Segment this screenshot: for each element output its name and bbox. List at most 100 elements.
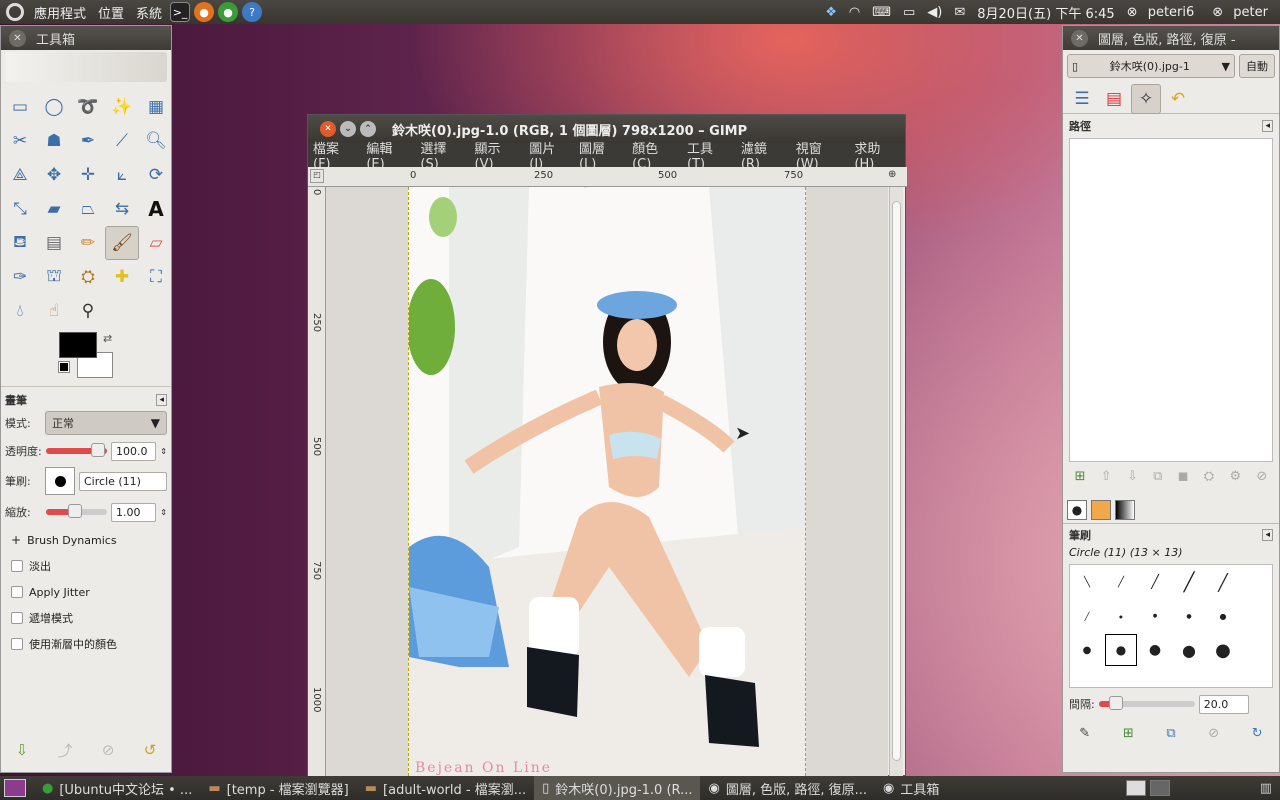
zoom-icon[interactable]: 🔍︎ — [139, 124, 173, 158]
brush-cell[interactable]: ● — [1182, 641, 1196, 660]
help-icon[interactable]: ? — [242, 2, 263, 22]
image-select[interactable]: ▯ 鈴木咲(0).jpg-1 ▼ — [1067, 54, 1235, 78]
paint-path-icon[interactable]: ⚙ — [1229, 469, 1241, 484]
brush-preview-button[interactable] — [45, 467, 75, 495]
chrome-icon[interactable]: ● — [218, 2, 239, 22]
brush-cell[interactable]: ● — [1149, 642, 1161, 658]
foreground-color-swatch[interactable] — [59, 332, 97, 358]
eraser-icon[interactable]: ▱ — [139, 226, 173, 260]
brush-cell[interactable]: ╱ — [1118, 577, 1124, 588]
opacity-slider[interactable] — [46, 443, 108, 457]
blur-icon[interactable]: 💧︎ — [3, 294, 37, 328]
foreground-select-icon[interactable]: ☗ — [37, 124, 71, 158]
tab-undo-icon[interactable]: ↶ — [1163, 84, 1193, 114]
swap-colors-icon[interactable]: ⇄ — [103, 332, 112, 345]
refresh-brushes-icon[interactable]: ↻ — [1252, 726, 1263, 741]
delete-path-icon[interactable]: ⊘ — [1256, 469, 1267, 484]
bucket-fill-icon[interactable]: ⛾ — [3, 226, 37, 260]
firefox-icon[interactable]: ● — [194, 2, 215, 22]
show-desktop-icon[interactable] — [4, 779, 26, 797]
edit-brush-icon[interactable]: ✎ — [1079, 726, 1090, 741]
brush-cell-selected[interactable]: ● — [1105, 634, 1137, 666]
terminal-icon[interactable]: >_ — [170, 2, 191, 22]
brush-grid[interactable]: ╲ ╱ ╱ ╱ ╱ ╱ ● ● ● ● ● ● ● ● ● — [1069, 564, 1273, 688]
smudge-icon[interactable]: ☝ — [37, 294, 71, 328]
workspace-1[interactable] — [1125, 780, 1146, 796]
canvas-area[interactable]: Bejean On Line ➤ — [326, 187, 888, 776]
delete-brush-icon[interactable]: ⊘ — [1208, 726, 1219, 741]
tab-patterns-icon[interactable] — [1091, 500, 1111, 520]
navigate-icon[interactable]: ⊕ — [888, 169, 896, 180]
duplicate-path-icon[interactable]: ⧉ — [1153, 469, 1162, 484]
rect-select-icon[interactable]: ▭ — [3, 90, 37, 124]
volume-icon[interactable]: ◀) — [921, 5, 948, 20]
ellipse-select-icon[interactable]: ◯ — [37, 90, 71, 124]
task-item-active[interactable]: ▯ 鈴木咲(0).jpg-1.0 (R... — [534, 776, 701, 800]
close-icon[interactable]: ✕ — [9, 29, 26, 47]
paintbrush-icon[interactable]: 🖌︎ — [105, 226, 139, 260]
spacing-slider[interactable] — [1098, 696, 1195, 710]
quickmask-corner-icon[interactable]: ◰ — [310, 169, 324, 183]
ubuntu-logo-icon[interactable] — [6, 3, 24, 21]
battery-icon[interactable]: ▭ — [897, 5, 921, 20]
keyboard-icon[interactable]: ⌨ — [866, 5, 897, 20]
task-item[interactable]: ▬ [temp - 檔案瀏覽器] — [200, 776, 356, 800]
brush-cell[interactable]: ● — [1186, 613, 1191, 620]
scale-slider[interactable] — [46, 504, 108, 518]
brush-cell[interactable]: ● — [1083, 645, 1092, 656]
tab-brushes-icon[interactable]: ● — [1067, 500, 1087, 520]
horizontal-ruler[interactable]: ◰ 0 250 500 750 ⊕ — [308, 167, 907, 187]
delete-options-icon[interactable]: ⊘ — [102, 741, 115, 759]
crop-icon[interactable]: ⟀ — [105, 158, 139, 192]
incremental-checkbox[interactable]: 遞增模式 — [5, 605, 167, 631]
color-picker-icon[interactable]: ⟋ — [105, 124, 139, 158]
rotate-icon[interactable]: ⟳ — [139, 158, 173, 192]
mail-icon[interactable]: ✉ — [948, 5, 971, 20]
new-brush-icon[interactable]: ⊞ — [1123, 726, 1134, 741]
scissors-icon[interactable]: ✂ — [3, 124, 37, 158]
mode-select[interactable]: 正常 ▼ — [45, 411, 167, 435]
dodge-burn-icon[interactable]: ⚲ — [71, 294, 105, 328]
scale-input[interactable]: 1.00 — [111, 502, 157, 522]
brush-cell[interactable]: ╱ — [1218, 573, 1228, 592]
configure-tab-icon[interactable]: ◂ — [1262, 529, 1273, 541]
window-minimize-icon[interactable]: ⌄ — [340, 121, 356, 137]
configure-tab-icon[interactable]: ◂ — [1262, 120, 1273, 132]
scrollbar-thumb[interactable] — [892, 201, 901, 761]
lower-path-icon[interactable]: ⇩ — [1127, 469, 1138, 484]
task-item[interactable]: ▬ [adult-world - 檔案瀏... — [357, 776, 534, 800]
clock[interactable]: 8月20日(五) 下午 6:45 — [971, 3, 1120, 22]
measure-icon[interactable]: ⟁ — [3, 158, 37, 192]
user-menu-2[interactable]: ⊗ peter — [1206, 5, 1280, 20]
jitter-checkbox[interactable]: Apply Jitter — [5, 579, 167, 605]
menu-system[interactable]: 系統 — [130, 3, 168, 22]
tab-layers-icon[interactable]: ☰ — [1067, 84, 1097, 114]
user-menu-1[interactable]: ⊗ peteri6 — [1121, 5, 1207, 20]
blend-icon[interactable]: ▤ — [37, 226, 71, 260]
scale-spin-icon[interactable]: ⇕ — [160, 508, 167, 517]
tab-paths-icon[interactable]: ✧ — [1131, 84, 1161, 114]
configure-tab-icon[interactable]: ◂ — [156, 394, 167, 406]
ink-icon[interactable]: ⛫ — [37, 260, 71, 294]
close-icon[interactable]: ✕ — [1071, 29, 1088, 47]
airbrush-icon[interactable]: ✑ — [3, 260, 37, 294]
dropbox-icon[interactable]: ❖ — [819, 5, 843, 20]
opacity-input[interactable]: 100.0 — [111, 441, 157, 461]
spacing-input[interactable]: 20.0 — [1198, 694, 1249, 714]
brush-cell[interactable]: ╲ — [1084, 577, 1090, 588]
path-to-selection-icon[interactable]: ◼ — [1178, 469, 1189, 484]
brush-name-field[interactable]: Circle (11) — [79, 471, 167, 491]
default-colors-icon[interactable] — [58, 361, 70, 373]
window-close-icon[interactable]: ✕ — [320, 121, 336, 137]
auto-button[interactable]: 自動 — [1239, 54, 1275, 78]
task-item[interactable]: ◉ 圖層, 色版, 路徑, 復原... — [700, 776, 875, 800]
menu-applications[interactable]: 應用程式 — [28, 3, 92, 22]
raise-path-icon[interactable]: ⇧ — [1101, 469, 1112, 484]
brush-cell[interactable]: ╱ — [1184, 572, 1195, 593]
wifi-icon[interactable]: ◠ — [843, 5, 866, 20]
lasso-icon[interactable]: ➰ — [71, 90, 105, 124]
brush-cell[interactable]: ● — [1119, 614, 1123, 619]
brush-dynamics-expander[interactable]: + Brush Dynamics — [5, 527, 167, 553]
brush-cell[interactable]: ╱ — [1085, 612, 1090, 621]
perspective-icon[interactable]: ⏢ — [71, 192, 105, 226]
